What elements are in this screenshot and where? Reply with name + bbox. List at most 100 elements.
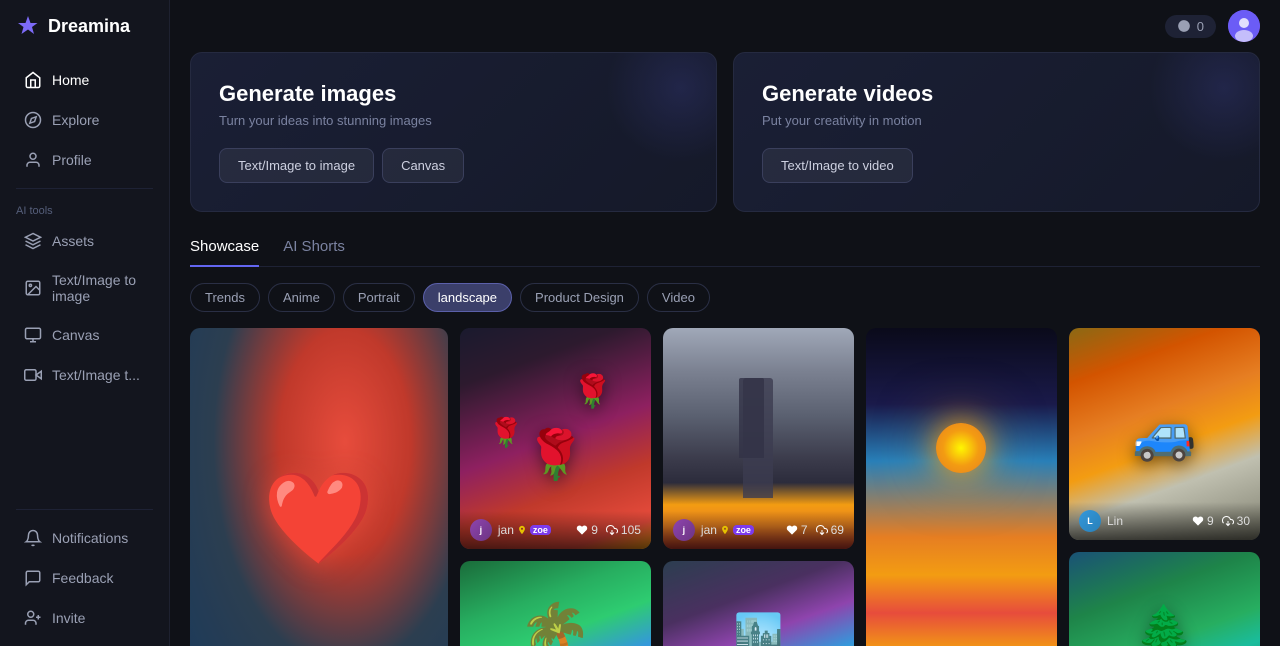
sidebar-nav: Home Explore Profile AI tools Assets <box>0 52 169 646</box>
sidebar-item-profile-label: Profile <box>52 152 92 168</box>
filter-landscape[interactable]: landscape <box>423 283 512 312</box>
grid-col-2: 🌹 🌹 🌹 j jan zoe <box>460 328 651 646</box>
city-stats: 7 69 <box>786 523 844 537</box>
logo: Dreamina <box>0 0 169 52</box>
credit-icon <box>1177 19 1191 33</box>
tab-bar: Showcase AI Shorts <box>190 228 1260 267</box>
compass-icon <box>24 111 42 129</box>
user-plus-icon <box>24 609 42 627</box>
sidebar-item-canvas-label: Canvas <box>52 327 99 343</box>
sidebar-item-invite-label: Invite <box>52 610 85 626</box>
avatar-jan3: j <box>673 519 695 541</box>
img-card-forest[interactable]: 🌲 O Oteng 9 <box>1069 552 1260 646</box>
videos-card-title: Generate videos <box>762 81 1231 107</box>
img-card-car[interactable]: 🚙 L Lin 9 <box>1069 328 1260 540</box>
user-info-lin: L Lin <box>1079 510 1123 532</box>
content-section: Showcase AI Shorts Trends Anime Portrait… <box>170 228 1280 646</box>
credit-count: 0 <box>1197 19 1204 34</box>
img-card-city[interactable]: j jan zoe 7 <box>663 328 854 549</box>
filter-anime[interactable]: Anime <box>268 283 335 312</box>
filter-portrait[interactable]: Portrait <box>343 283 415 312</box>
sidebar-item-text-image[interactable]: Text/Image to image <box>8 262 161 314</box>
avatar-image <box>1228 10 1260 42</box>
canvas-icon <box>24 326 42 344</box>
hero-section: Generate images Turn your ideas into stu… <box>170 52 1280 228</box>
sidebar-item-invite[interactable]: Invite <box>8 599 161 637</box>
car-overlay: L Lin 9 30 <box>1069 502 1260 540</box>
filter-product-design[interactable]: Product Design <box>520 283 639 312</box>
filter-video[interactable]: Video <box>647 283 710 312</box>
tab-ai-shorts[interactable]: AI Shorts <box>283 228 345 267</box>
divider-1 <box>16 188 153 189</box>
filter-pills: Trends Anime Portrait landscape Product … <box>190 283 1260 312</box>
sidebar-item-text-image-label: Text/Image to image <box>52 272 145 304</box>
city-overlay: j jan zoe 7 <box>663 511 854 549</box>
user-info-jan1: j jan zoe <box>470 519 551 541</box>
heart-icon-car <box>1192 515 1204 527</box>
sidebar-item-notifications-label: Notifications <box>52 530 128 546</box>
sidebar-item-explore[interactable]: Explore <box>8 101 161 139</box>
image-icon <box>24 279 42 297</box>
app-name: Dreamina <box>48 16 130 37</box>
img-card-palm[interactable]: 🌴 <box>460 561 651 646</box>
img-card-citynight[interactable]: 🏙️ <box>663 561 854 646</box>
sidebar-item-assets[interactable]: Assets <box>8 222 161 260</box>
video-icon <box>24 366 42 384</box>
grid-col-1: ❤️ GB GB 12 <box>190 328 448 646</box>
sidebar-item-home[interactable]: Home <box>8 61 161 99</box>
main-content: 0 Generate images Turn your ideas into s… <box>170 0 1280 646</box>
sidebar-item-notifications[interactable]: Notifications <box>8 519 161 557</box>
text-to-image-button[interactable]: Text/Image to image <box>219 148 374 183</box>
heart-icon-city <box>786 524 798 536</box>
home-icon <box>24 71 42 89</box>
generate-videos-card: Generate videos Put your creativity in m… <box>733 52 1260 212</box>
avatar-jan1: j <box>470 519 492 541</box>
download-icon-roses <box>606 524 618 536</box>
tab-showcase[interactable]: Showcase <box>190 228 259 267</box>
img-card-roses[interactable]: 🌹 🌹 🌹 j jan zoe <box>460 328 651 549</box>
divider-2 <box>16 509 153 510</box>
user-icon <box>24 151 42 169</box>
sidebar-item-home-label: Home <box>52 72 89 88</box>
videos-card-buttons: Text/Image to video <box>762 148 1231 183</box>
pin-icon <box>517 525 527 535</box>
images-card-buttons: Text/Image to image Canvas <box>219 148 688 183</box>
text-to-video-button[interactable]: Text/Image to video <box>762 148 913 183</box>
filter-trends[interactable]: Trends <box>190 283 260 312</box>
generate-images-card: Generate images Turn your ideas into stu… <box>190 52 717 212</box>
images-card-title: Generate images <box>219 81 688 107</box>
user-info-jan3: j jan zoe <box>673 519 754 541</box>
car-stats: 9 30 <box>1192 514 1250 528</box>
sidebar-item-feedback[interactable]: Feedback <box>8 559 161 597</box>
header: 0 <box>170 0 1280 52</box>
videos-card-subtitle: Put your creativity in motion <box>762 113 1231 128</box>
grid-col-4: j jan zoe 9 <box>866 328 1057 646</box>
sidebar-item-text-video-label: Text/Image t... <box>52 367 140 383</box>
download-icon-city <box>816 524 828 536</box>
roses-overlay: j jan zoe 9 <box>460 511 651 549</box>
sidebar-item-explore-label: Explore <box>52 112 99 128</box>
avatar-lin: L <box>1079 510 1101 532</box>
grid-col-3: j jan zoe 7 <box>663 328 854 646</box>
img-card-sunset[interactable]: j jan zoe 9 <box>866 328 1057 646</box>
layers-icon <box>24 232 42 250</box>
sidebar-item-text-video[interactable]: Text/Image t... <box>8 356 161 394</box>
img-card-heart[interactable]: ❤️ GB GB 12 <box>190 328 448 646</box>
heart-icon-roses <box>576 524 588 536</box>
message-icon <box>24 569 42 587</box>
image-grid: ❤️ GB GB 12 <box>190 328 1260 646</box>
canvas-button[interactable]: Canvas <box>382 148 464 183</box>
user-avatar[interactable] <box>1228 10 1260 42</box>
sidebar-item-canvas[interactable]: Canvas <box>8 316 161 354</box>
sidebar-item-profile[interactable]: Profile <box>8 141 161 179</box>
grid-col-5: 🚙 L Lin 9 <box>1069 328 1260 646</box>
images-card-subtitle: Turn your ideas into stunning images <box>219 113 688 128</box>
sidebar: Dreamina Home Explore Profile AI tools <box>0 0 170 646</box>
bell-icon <box>24 529 42 547</box>
logo-icon <box>16 14 40 38</box>
pin-icon-city <box>720 525 730 535</box>
roses-stats: 9 105 <box>576 523 641 537</box>
sidebar-item-assets-label: Assets <box>52 233 94 249</box>
sidebar-item-feedback-label: Feedback <box>52 570 113 586</box>
download-icon-car <box>1222 515 1234 527</box>
